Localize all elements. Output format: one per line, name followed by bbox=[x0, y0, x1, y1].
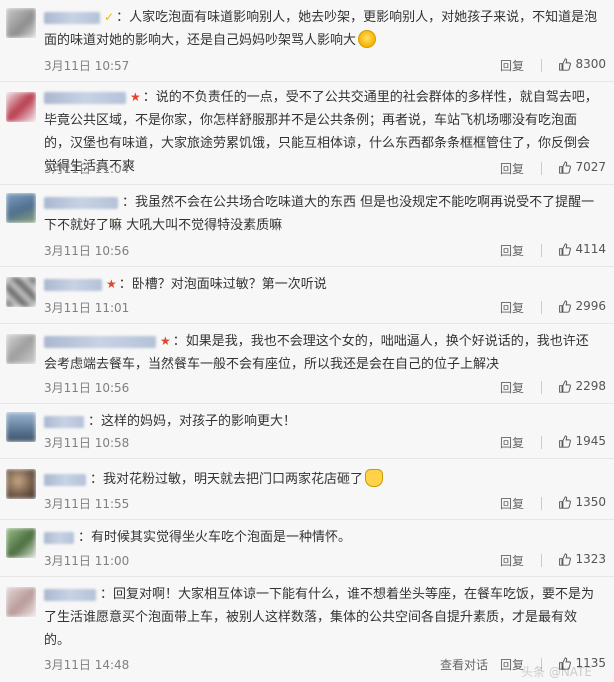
reply-button[interactable]: 回复 bbox=[500, 434, 524, 451]
divider bbox=[541, 301, 542, 314]
comment-text: ：我虽然不会在公共场合吃味道大的东西 但是也没规定不能吃啊再说受不了提醒一下不就… bbox=[44, 195, 595, 233]
like-count: 2298 bbox=[575, 379, 606, 393]
avatar[interactable] bbox=[6, 334, 36, 364]
comment-time: 3月11日 10:57 bbox=[44, 59, 130, 73]
like-count: 4114 bbox=[575, 242, 606, 256]
comment-item: ✓ ：人家吃泡面有味道影响别人，她去吵架，更影响别人，对她孩子来说，不知道是泡面的… bbox=[0, 0, 614, 82]
like-count: 2996 bbox=[575, 299, 606, 313]
avatar[interactable] bbox=[6, 587, 36, 617]
avatar[interactable] bbox=[6, 469, 36, 499]
reply-button[interactable]: 回复 bbox=[500, 299, 524, 316]
divider bbox=[541, 244, 542, 257]
username[interactable] bbox=[44, 278, 102, 291]
divider bbox=[541, 436, 542, 449]
username[interactable] bbox=[44, 588, 96, 601]
like-button[interactable]: 2996 bbox=[558, 299, 606, 313]
like-count: 1350 bbox=[575, 495, 606, 509]
like-count: 1323 bbox=[575, 552, 606, 566]
avatar[interactable] bbox=[6, 92, 36, 122]
thumbs-up-icon bbox=[559, 434, 572, 448]
username[interactable] bbox=[44, 91, 126, 104]
comment-text: ：有时候其实觉得坐火车吃个泡面是一种情怀。 bbox=[78, 530, 352, 545]
like-button[interactable]: 7027 bbox=[558, 160, 606, 174]
username[interactable] bbox=[44, 196, 118, 209]
comment-item: ★ ：如果是我，我也不会理这个女的，咄咄逼人，换个好说话的，我也许还会考虑端去餐车… bbox=[0, 324, 614, 404]
comment-item: ：这样的妈妈，对孩子的影响更大！ 3月11日 10:58 回复 1945 bbox=[0, 404, 614, 459]
username[interactable] bbox=[44, 531, 74, 544]
comment-text: ：人家吃泡面有味道影响别人，她去吵架，更影响别人，对她孩子来说，不知道是泡面的味… bbox=[44, 10, 598, 48]
comment-text: ：这样的妈妈，对孩子的影响更大！ bbox=[88, 414, 297, 429]
username[interactable] bbox=[44, 335, 156, 348]
thumbs-up-icon bbox=[559, 299, 572, 313]
avatar[interactable] bbox=[6, 528, 36, 558]
like-button[interactable]: 1350 bbox=[558, 495, 606, 509]
thumbs-up-icon bbox=[559, 242, 572, 256]
thumbs-up-icon bbox=[559, 495, 572, 509]
reply-button[interactable]: 回复 bbox=[500, 242, 524, 259]
comment-text: ：回复对啊！大家相互体谅一下能有什么，谁不想着坐头等座，在餐车吃饭，要不是为了生… bbox=[44, 587, 595, 648]
comment-time: 3月11日 10:56 bbox=[44, 244, 130, 258]
comment-time: 3月11日 11:04 bbox=[44, 162, 130, 176]
avatar[interactable] bbox=[6, 8, 36, 38]
reply-button[interactable]: 回复 bbox=[500, 57, 524, 74]
divider bbox=[541, 162, 542, 175]
divider bbox=[541, 381, 542, 394]
view-conversation-button[interactable]: 查看对话 bbox=[440, 656, 488, 673]
comment-item: ：我虽然不会在公共场合吃味道大的东西 但是也没规定不能吃啊再说受不了提醒一下不就… bbox=[0, 185, 614, 267]
comment-time: 3月11日 10:56 bbox=[44, 381, 130, 395]
thumbs-up-icon bbox=[559, 57, 572, 71]
verified-badge-icon: ✓ bbox=[104, 10, 115, 24]
comment-time: 3月11日 10:58 bbox=[44, 436, 130, 450]
like-button[interactable]: 2298 bbox=[558, 379, 606, 393]
avatar[interactable] bbox=[6, 412, 36, 442]
username[interactable] bbox=[44, 473, 86, 486]
member-star-icon: ★ bbox=[106, 277, 117, 291]
like-count: 1945 bbox=[575, 434, 606, 448]
thumbs-up-icon bbox=[559, 160, 572, 174]
like-count: 7027 bbox=[575, 160, 606, 174]
reply-button[interactable]: 回复 bbox=[500, 160, 524, 177]
reply-button[interactable]: 回复 bbox=[500, 379, 524, 396]
divider bbox=[541, 554, 542, 567]
member-star-icon: ★ bbox=[160, 334, 171, 348]
divider bbox=[541, 59, 542, 72]
like-button[interactable]: 1945 bbox=[558, 434, 606, 448]
comment-item: ：我对花粉过敏，明天就去把门口两家花店砸了 3月11日 11:55 回复 135… bbox=[0, 459, 614, 520]
smile-emoji-icon bbox=[358, 30, 377, 48]
reply-button[interactable]: 回复 bbox=[500, 495, 524, 512]
like-button[interactable]: 8300 bbox=[558, 57, 606, 71]
comment-time: 3月11日 11:00 bbox=[44, 554, 130, 568]
comment-item: ★ ：说的不负责任的一点，受不了公共交通里的社会群体的多样性，就自驾去吧，毕竟公共… bbox=[0, 82, 614, 185]
comment-time: 3月11日 14:48 bbox=[44, 658, 130, 672]
like-button[interactable]: 1323 bbox=[558, 552, 606, 566]
cat-emoji-icon bbox=[365, 469, 384, 487]
thumbs-up-icon bbox=[559, 379, 572, 393]
thumbs-up-icon bbox=[559, 552, 572, 566]
divider bbox=[541, 497, 542, 510]
reply-button[interactable]: 回复 bbox=[500, 552, 524, 569]
comment-time: 3月11日 11:01 bbox=[44, 301, 130, 315]
watermark: 头条 @NATE bbox=[521, 665, 592, 679]
avatar[interactable] bbox=[6, 277, 36, 307]
comment-item: ★ ：卧槽？对泡面味过敏？第一次听说 3月11日 11:01 回复 2996 bbox=[0, 267, 614, 324]
comment-text: ：我对花粉过敏，明天就去把门口两家花店砸了 bbox=[90, 472, 364, 487]
comment-text: ：卧槽？对泡面味过敏？第一次听说 bbox=[118, 277, 327, 292]
member-star-icon: ★ bbox=[130, 90, 141, 104]
comment-time: 3月11日 11:55 bbox=[44, 497, 130, 511]
like-count: 8300 bbox=[575, 57, 606, 71]
comment-feed: ✓ ：人家吃泡面有味道影响别人，她去吵架，更影响别人，对她孩子来说，不知道是泡面的… bbox=[0, 0, 614, 682]
like-button[interactable]: 4114 bbox=[558, 242, 606, 256]
comment-item: ：有时候其实觉得坐火车吃个泡面是一种情怀。 3月11日 11:00 回复 132… bbox=[0, 520, 614, 577]
avatar[interactable] bbox=[6, 193, 36, 223]
username[interactable] bbox=[44, 11, 100, 24]
username[interactable] bbox=[44, 415, 84, 428]
